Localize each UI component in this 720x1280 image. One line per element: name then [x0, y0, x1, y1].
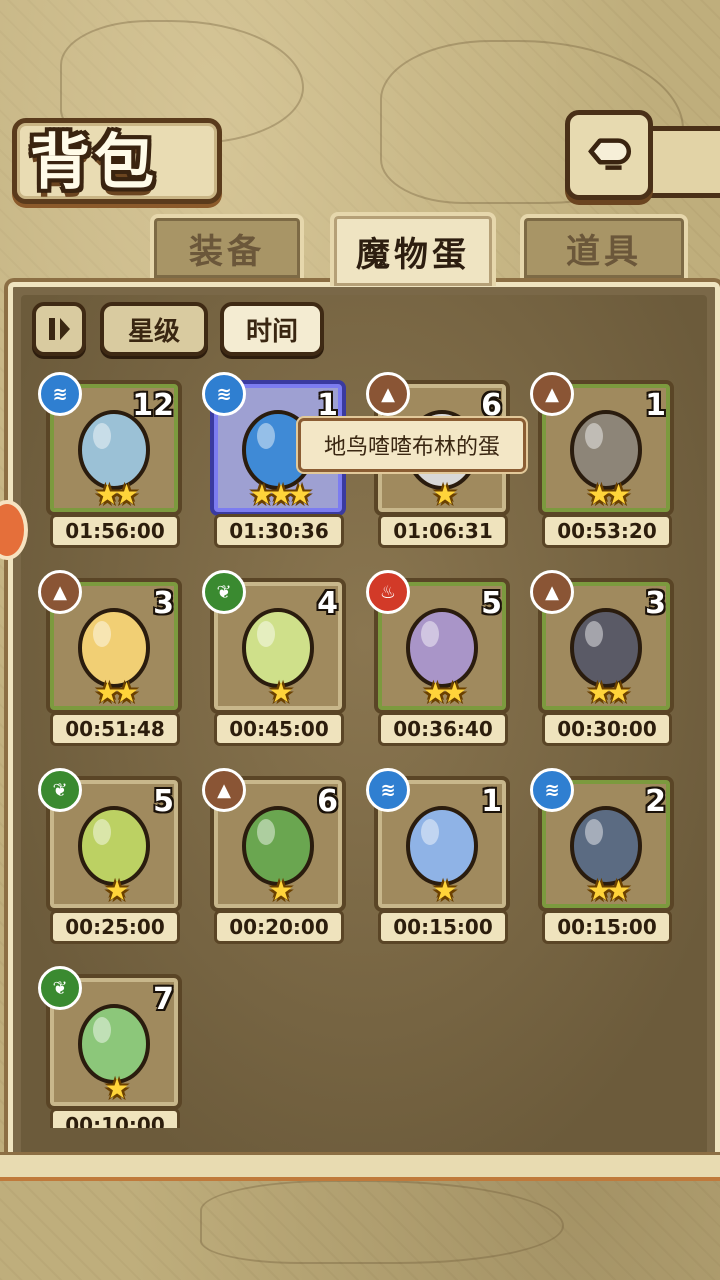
hatch-timer: 00:30:00	[542, 712, 672, 746]
panel-bottom-bar	[0, 1152, 720, 1181]
egg-shape	[570, 806, 642, 886]
star-rating: ★	[104, 874, 129, 907]
star-rating: ★★	[586, 874, 631, 907]
star-rating: ★★★	[249, 478, 312, 511]
egg-grid: 12 ≋ ★★ 01:56:00 1 ≋ ★★★ 01:30:36 6 ▲ ★ …	[16, 290, 702, 1128]
hatch-timer: 00:10:00	[50, 1108, 180, 1128]
hatch-timer: 00:45:00	[214, 712, 344, 746]
back-arrow-icon	[588, 138, 631, 170]
earth-element-icon: ▲	[38, 570, 82, 614]
hatch-timer: 00:15:00	[378, 910, 508, 944]
star-rating: ★	[432, 874, 457, 907]
egg-count: 6	[317, 784, 338, 819]
grass-element-icon: ❦	[38, 966, 82, 1010]
page-title: 背包	[30, 128, 158, 198]
egg-card[interactable]: 2 ≋ ★★ 00:15:00	[530, 768, 674, 944]
egg-count: 4	[317, 586, 338, 621]
egg-count: 5	[481, 586, 502, 621]
fire-element-icon: ♨	[366, 570, 410, 614]
water-element-icon: ≋	[202, 372, 246, 416]
star-rating: ★★	[94, 676, 139, 709]
egg-count: 12	[132, 388, 174, 423]
egg-card[interactable]: 3 ▲ ★★ 00:51:48	[38, 570, 182, 746]
star-rating: ★	[432, 478, 457, 511]
egg-shape	[570, 410, 642, 490]
egg-card[interactable]: 5 ♨ ★★ 00:36:40	[366, 570, 510, 746]
egg-card[interactable]: 1 ▲ ★★ 00:53:20	[530, 372, 674, 548]
hatch-timer: 01:06:31	[378, 514, 508, 548]
egg-shape	[78, 410, 150, 490]
egg-shape	[406, 608, 478, 688]
star-rating: ★★	[586, 676, 631, 709]
water-element-icon: ≋	[530, 768, 574, 812]
egg-card[interactable]: 12 ≋ ★★ 01:56:00	[38, 372, 182, 548]
tab-monster-eggs[interactable]: 魔物蛋	[330, 212, 496, 286]
egg-count: 3	[153, 586, 174, 621]
egg-card[interactable]: 5 ❦ ★ 00:25:00	[38, 768, 182, 944]
earth-element-icon: ▲	[366, 372, 410, 416]
egg-count: 7	[153, 982, 174, 1017]
earth-element-icon: ▲	[202, 768, 246, 812]
tab-equipment[interactable]: 装备	[150, 214, 304, 278]
hatch-timer: 00:53:20	[542, 514, 672, 548]
star-rating: ★★	[422, 676, 467, 709]
egg-count: 3	[645, 586, 666, 621]
egg-shape	[78, 1004, 150, 1084]
hatch-timer: 00:25:00	[50, 910, 180, 944]
star-rating: ★★	[94, 478, 139, 511]
egg-shape	[570, 608, 642, 688]
back-button[interactable]	[565, 110, 653, 200]
star-rating: ★★	[586, 478, 631, 511]
hatch-timer: 00:36:40	[378, 712, 508, 746]
egg-card[interactable]: 3 ▲ ★★ 00:30:00	[530, 570, 674, 746]
egg-card[interactable]: 1 ≋ ★ 00:15:00	[366, 768, 510, 944]
egg-tooltip: 地鸟喳喳布林的蛋	[298, 418, 526, 472]
water-element-icon: ≋	[366, 768, 410, 812]
egg-count: 2	[645, 784, 666, 819]
grass-element-icon: ❦	[38, 768, 82, 812]
egg-card[interactable]: 4 ❦ ★ 00:45:00	[202, 570, 346, 746]
hatch-timer: 01:30:36	[214, 514, 344, 548]
star-rating: ★	[104, 1072, 129, 1105]
egg-count: 1	[645, 388, 666, 423]
egg-count: 5	[153, 784, 174, 819]
hatch-timer: 01:56:00	[50, 514, 180, 548]
grass-element-icon: ❦	[202, 570, 246, 614]
egg-card[interactable]: 6 ▲ ★ 00:20:00	[202, 768, 346, 944]
egg-shape	[78, 608, 150, 688]
hatch-timer: 00:20:00	[214, 910, 344, 944]
earth-element-icon: ▲	[530, 372, 574, 416]
egg-shape	[406, 806, 478, 886]
egg-shape	[242, 806, 314, 886]
egg-card[interactable]: 7 ❦ ★ 00:10:00	[38, 966, 182, 1128]
egg-shape	[78, 806, 150, 886]
egg-count: 1	[481, 784, 502, 819]
tab-items[interactable]: 道具	[520, 214, 688, 278]
egg-shape	[242, 608, 314, 688]
water-element-icon: ≋	[38, 372, 82, 416]
earth-element-icon: ▲	[530, 570, 574, 614]
star-rating: ★	[268, 874, 293, 907]
hatch-timer: 00:51:48	[50, 712, 180, 746]
hatch-timer: 00:15:00	[542, 910, 672, 944]
star-rating: ★	[268, 676, 293, 709]
